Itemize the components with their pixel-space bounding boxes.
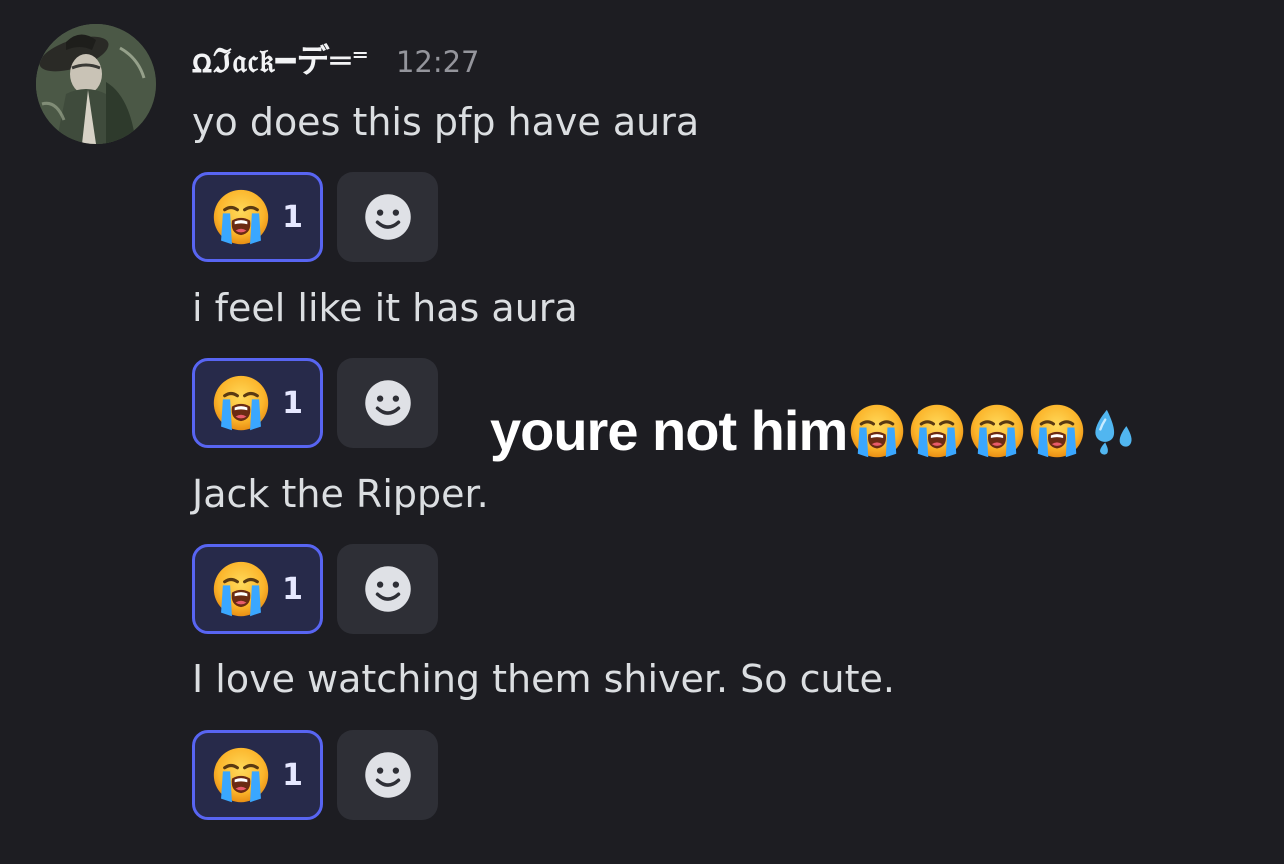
add-reaction-button[interactable] [337,172,438,262]
avatar-image [36,24,156,144]
reaction-row: 1 [192,358,438,448]
loudly-crying-face-icon [849,403,905,459]
message-text: yo does this pfp have aura [192,100,700,144]
reaction-button[interactable]: 1 [192,730,323,820]
reaction-count: 1 [282,385,303,421]
reaction-count: 1 [282,199,303,235]
sweat-droplets-icon [1089,405,1141,457]
loudly-crying-face-icon [212,560,270,618]
reaction-count: 1 [282,571,303,607]
loudly-crying-face-icon [212,746,270,804]
reaction-button[interactable]: 1 [192,172,323,262]
reaction-count: 1 [282,757,303,793]
add-reaction-button[interactable] [337,730,438,820]
smiley-icon [360,375,416,431]
chat-view: ꭥℑ𝔞𝔠𝔨━デ═⁼ 12:27 yo does this pfp have au… [0,0,1284,864]
message-text: i feel like it has aura [192,286,578,330]
message-text: Jack the Ripper. [192,472,489,516]
smiley-icon [360,561,416,617]
loudly-crying-face-icon [909,403,965,459]
message-text: I love watching them shiver. So cute. [192,657,895,701]
loudly-crying-face-icon [212,188,270,246]
timestamp[interactable]: 12:27 [396,45,480,79]
avatar[interactable] [36,24,156,144]
loudly-crying-face-icon [1029,403,1085,459]
overlay-caption-text: youre not him [490,399,848,462]
reaction-row: 1 [192,730,438,820]
reaction-button[interactable]: 1 [192,358,323,448]
reaction-button[interactable]: 1 [192,544,323,634]
message-header: ꭥℑ𝔞𝔠𝔨━デ═⁼ 12:27 [192,34,480,86]
loudly-crying-face-icon [212,374,270,432]
add-reaction-button[interactable] [337,358,438,448]
reaction-row: 1 [192,544,438,634]
reaction-row: 1 [192,172,438,262]
loudly-crying-face-icon [969,403,1025,459]
username[interactable]: ꭥℑ𝔞𝔠𝔨━デ═⁼ [192,34,370,82]
overlay-caption: youre not him [490,398,1141,463]
smiley-icon [360,747,416,803]
smiley-icon [360,189,416,245]
add-reaction-button[interactable] [337,544,438,634]
overlay-emoji-group [849,403,1141,459]
